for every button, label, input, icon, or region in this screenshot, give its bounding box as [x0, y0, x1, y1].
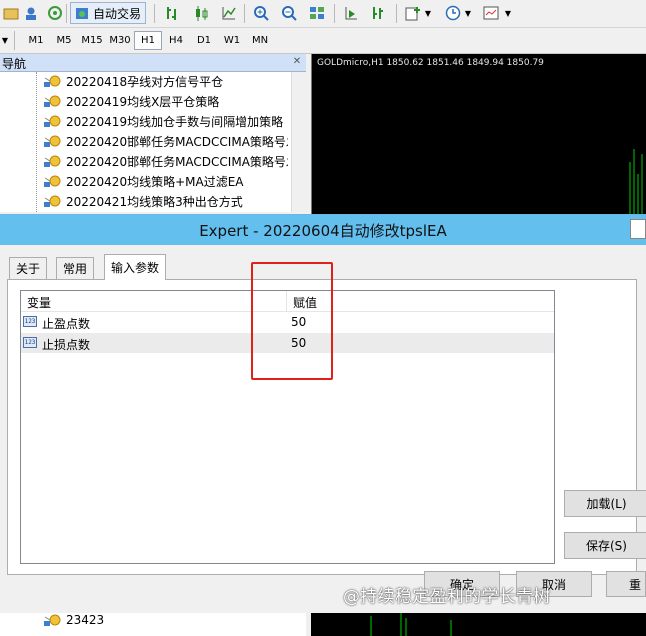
dialog-title: Expert - 20220604自动修改tpslEA — [199, 221, 447, 240]
navigator-item[interactable]: 20220420均线策略+MA过滤EA — [44, 171, 288, 191]
toolbar-separator — [154, 4, 155, 23]
close-icon[interactable]: ✕ — [291, 56, 303, 68]
tab-inputs[interactable]: 输入参数 — [104, 254, 167, 280]
timeframe-d1[interactable]: D1 — [190, 31, 218, 50]
navigator-item-label: 20220420均线策略+MA过滤EA — [66, 174, 244, 189]
profiles-icon[interactable] — [20, 3, 42, 23]
load-button[interactable]: 加载(L) — [564, 490, 646, 517]
expert-advisor-icon — [44, 94, 62, 108]
parameter-name: 止盈点数 — [42, 317, 91, 331]
price-chart[interactable]: GOLDmicro,H1 1850.62 1851.46 1849.94 185… — [311, 54, 646, 219]
toolbar-separator — [244, 4, 245, 23]
navigator-item-label: 20220420邯郸任务MACDCCIMA策略号发 — [66, 134, 288, 149]
navigator-item[interactable]: 20220420邯郸任务MACDCCIMA策略号发 — [44, 151, 288, 171]
navigator-item[interactable]: 20220419均线加仓手数与间隔增加策略 — [44, 111, 288, 131]
chevron-down-icon[interactable]: ▼ — [462, 3, 474, 23]
zoom-in-icon[interactable] — [250, 3, 272, 23]
column-header-variable[interactable]: 变量 — [27, 294, 51, 311]
chevron-down-icon[interactable]: ▼ — [502, 3, 514, 23]
candle-marks-lower — [370, 612, 452, 636]
navigator-scrollbar[interactable] — [291, 72, 307, 212]
navigator-header: 导航 ✕ — [0, 54, 306, 72]
navigator-tree-bottom: 23423 — [0, 612, 306, 636]
highlight-annotation-box — [251, 262, 333, 380]
save-button[interactable]: 保存(S) — [564, 532, 646, 559]
integer-type-icon: 123 — [23, 316, 37, 327]
reset-button[interactable]: 重 — [606, 571, 646, 597]
auto-trading-icon — [76, 8, 88, 19]
timeframe-toolbar: ▼ M1 M5 M15 M30 H1 H4 D1 W1 MN — [0, 28, 646, 54]
expert-advisor-icon — [44, 194, 62, 208]
expert-advisor-icon — [44, 174, 62, 188]
navigator-item[interactable]: 20220418孕线对方信号平仓 — [44, 71, 288, 91]
toolbar-separator — [396, 4, 397, 23]
navigator-item[interactable]: 23423 — [44, 610, 288, 630]
expert-advisor-icon — [44, 74, 62, 88]
tab-about[interactable]: 关于 — [9, 257, 48, 279]
parameter-name: 止损点数 — [42, 338, 91, 352]
bar-chart-icon[interactable] — [162, 3, 184, 23]
expert-advisor-icon — [44, 154, 62, 168]
timeframe-h1[interactable]: H1 — [134, 31, 162, 50]
timeframe-w1[interactable]: W1 — [218, 31, 246, 50]
templates-icon[interactable] — [480, 3, 502, 23]
navigator-item[interactable]: 20220420邯郸任务MACDCCIMA策略号发 — [44, 131, 288, 151]
zoom-out-icon[interactable] — [278, 3, 300, 23]
chart-shift-icon[interactable] — [340, 3, 362, 23]
expert-advisor-icon — [44, 114, 62, 128]
dialog-title-bar[interactable]: Expert - 20220604自动修改tpslEA — [0, 215, 646, 245]
navigator-title: 导航 — [2, 57, 27, 71]
auto-trading-label: 自动交易 — [93, 6, 142, 21]
periods-clock-icon[interactable] — [442, 3, 464, 23]
tab-common[interactable]: 常用 — [56, 257, 95, 279]
timeframe-m15[interactable]: M15 — [78, 31, 106, 50]
auto-trading-button[interactable]: 自动交易 — [70, 2, 146, 24]
timeframe-mn[interactable]: MN — [246, 31, 274, 50]
timeframe-m1[interactable]: M1 — [22, 31, 50, 50]
navigator-item-label: 23423 — [66, 613, 105, 627]
candlestick-icon[interactable] — [190, 3, 212, 23]
tree-guide-line — [36, 72, 37, 212]
timeframe-m5[interactable]: M5 — [50, 31, 78, 50]
toolbar-separator — [66, 4, 67, 23]
expert-advisor-icon — [44, 613, 62, 627]
folder-icon[interactable] — [0, 3, 22, 23]
navigator-item-label: 20220419均线X层平仓策略 — [66, 94, 220, 109]
indicators-icon[interactable] — [402, 3, 424, 23]
candle-marks — [629, 149, 643, 219]
integer-type-icon: 123 — [23, 337, 37, 348]
navigator-item-label: 20220419均线加仓手数与间隔增加策略 — [66, 114, 284, 129]
timeframe-m30[interactable]: M30 — [106, 31, 134, 50]
navigator-item[interactable]: 20220421均线策略3种出仓方式 — [44, 191, 288, 211]
expert-advisor-icon — [44, 134, 62, 148]
signal-icon[interactable] — [44, 3, 66, 23]
toolbar-separator — [334, 4, 335, 23]
tile-windows-icon[interactable] — [306, 3, 328, 23]
chevron-down-icon[interactable]: ▼ — [0, 31, 10, 50]
dialog-edge-control[interactable] — [630, 219, 646, 239]
navigator-item[interactable]: 20220419均线X层平仓策略 — [44, 91, 288, 111]
line-chart-icon[interactable] — [218, 3, 240, 23]
navigator-item-label: 20220418孕线对方信号平仓 — [66, 74, 224, 89]
toolbar-separator — [14, 31, 15, 50]
chevron-down-icon[interactable]: ▼ — [422, 3, 434, 23]
navigator-item-label: 20220421均线策略3种出仓方式 — [66, 194, 243, 209]
navigator-item-label: 20220420邯郸任务MACDCCIMA策略号发 — [66, 154, 288, 169]
watermark-text: @持续稳定盈利的学长青树 — [343, 587, 551, 607]
auto-scroll-icon[interactable] — [368, 3, 390, 23]
main-toolbar: 自动交易 ▼ ▼ ▼ — [0, 0, 646, 28]
price-chart-lower[interactable] — [311, 612, 646, 636]
timeframe-h4[interactable]: H4 — [162, 31, 190, 50]
